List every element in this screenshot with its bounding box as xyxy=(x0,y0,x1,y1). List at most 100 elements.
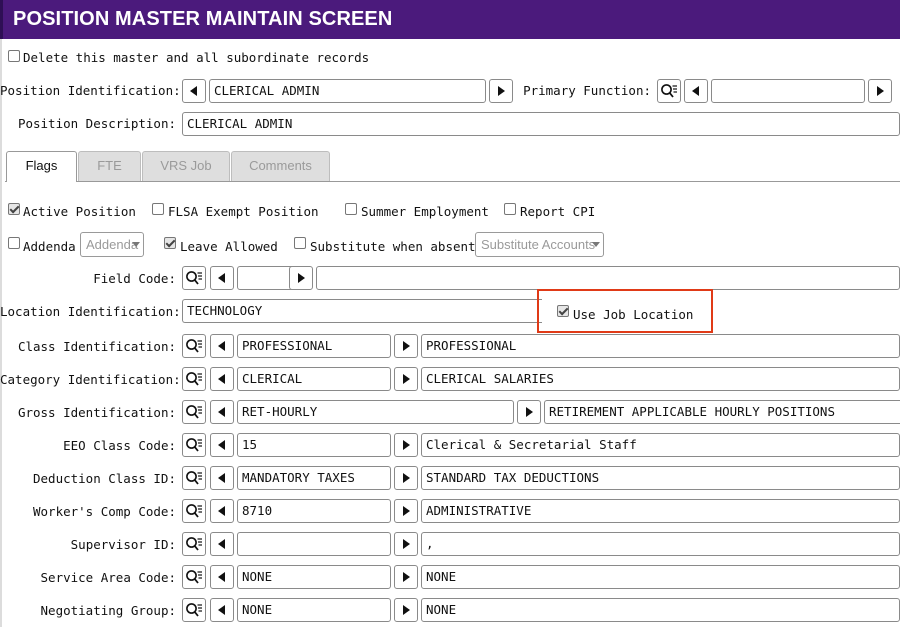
triangle-left-icon xyxy=(217,440,227,450)
triangle-left-icon xyxy=(691,86,701,96)
triangle-right-icon xyxy=(401,605,411,615)
class-id-prev-button[interactable] xyxy=(210,334,234,358)
tab-fte[interactable]: FTE xyxy=(78,151,141,181)
supervisor-id-prev-button[interactable] xyxy=(210,532,234,556)
location-id-input[interactable]: TECHNOLOGY xyxy=(182,299,542,323)
eeo-class-label: EEO Class Code: xyxy=(63,438,176,453)
eeo-class-prev-button[interactable] xyxy=(210,433,234,457)
position-id-prev-button[interactable] xyxy=(182,79,206,103)
title-bar: POSITION MASTER MAINTAIN SCREEN xyxy=(0,0,900,39)
category-id-lookup-button[interactable] xyxy=(182,367,206,391)
flsa-exempt-checkbox[interactable] xyxy=(152,203,164,215)
triangle-left-icon xyxy=(217,374,227,384)
eeo-class-input[interactable]: 15 xyxy=(237,433,391,457)
leave-allowed-label: Leave Allowed xyxy=(180,239,278,254)
triangle-right-icon xyxy=(875,86,885,96)
supervisor-id-input[interactable] xyxy=(237,532,391,556)
supervisor-id-label: Supervisor ID: xyxy=(70,537,176,552)
service-area-label: Service Area Code: xyxy=(40,570,176,585)
class-id-next-button[interactable] xyxy=(394,334,418,358)
triangle-right-icon xyxy=(401,572,411,582)
eeo-class-next-button[interactable] xyxy=(394,433,418,457)
field-code-next-button[interactable] xyxy=(289,266,313,290)
leave-allowed-checkbox[interactable] xyxy=(164,237,176,249)
category-id-prev-button[interactable] xyxy=(210,367,234,391)
substitute-absent-label: Substitute when absent xyxy=(310,239,476,254)
flsa-exempt-label: FLSA Exempt Position xyxy=(168,204,319,219)
negotiating-group-next-button[interactable] xyxy=(394,598,418,622)
workers-comp-prev-button[interactable] xyxy=(210,499,234,523)
tab-flags[interactable]: Flags xyxy=(6,151,77,182)
eeo-class-description: Clerical & Secretarial Staff xyxy=(421,433,900,457)
gross-id-lookup-button[interactable] xyxy=(182,400,206,424)
deduction-class-next-button[interactable] xyxy=(394,466,418,490)
triangle-right-icon xyxy=(296,273,306,283)
supervisor-id-description: , xyxy=(421,532,900,556)
primary-function-lookup-button[interactable] xyxy=(657,79,681,103)
triangle-left-icon xyxy=(217,605,227,615)
search-list-icon xyxy=(185,569,203,585)
deduction-class-input[interactable]: MANDATORY TAXES xyxy=(237,466,391,490)
substitute-accounts-select[interactable]: Substitute Accounts xyxy=(475,232,604,257)
deduction-class-prev-button[interactable] xyxy=(210,466,234,490)
class-id-input[interactable]: PROFESSIONAL xyxy=(237,334,391,358)
active-position-checkbox[interactable] xyxy=(8,203,20,215)
report-cpi-label: Report CPI xyxy=(520,204,596,219)
triangle-left-icon xyxy=(217,572,227,582)
triangle-right-icon xyxy=(401,341,411,351)
tab-vrs-job[interactable]: VRS Job xyxy=(142,151,230,181)
workers-comp-lookup-button[interactable] xyxy=(182,499,206,523)
summer-employment-label: Summer Employment xyxy=(361,204,489,219)
service-area-next-button[interactable] xyxy=(394,565,418,589)
deduction-class-lookup-button[interactable] xyxy=(182,466,206,490)
triangle-left-icon xyxy=(189,86,199,96)
report-cpi-checkbox[interactable] xyxy=(504,203,516,215)
supervisor-id-next-button[interactable] xyxy=(394,532,418,556)
field-code-description xyxy=(316,266,900,290)
gross-id-label: Gross Identification: xyxy=(17,405,176,420)
workers-comp-description: ADMINISTRATIVE xyxy=(421,499,900,523)
tab-comments[interactable]: Comments xyxy=(231,151,330,181)
page-title: POSITION MASTER MAINTAIN SCREEN xyxy=(13,8,393,30)
addenda-checkbox[interactable] xyxy=(8,237,20,249)
substitute-accounts-select-value: Substitute Accounts xyxy=(481,237,596,252)
service-area-prev-button[interactable] xyxy=(210,565,234,589)
negotiating-group-lookup-button[interactable] xyxy=(182,598,206,622)
delete-records-checkbox[interactable] xyxy=(8,50,20,62)
use-job-location-checkbox[interactable] xyxy=(557,305,569,317)
workers-comp-label: Worker's Comp Code: xyxy=(33,504,176,519)
workers-comp-input[interactable]: 8710 xyxy=(237,499,391,523)
field-code-label: Field Code: xyxy=(93,271,176,286)
search-list-icon xyxy=(660,83,678,99)
negotiating-group-prev-button[interactable] xyxy=(210,598,234,622)
field-code-lookup-button[interactable] xyxy=(182,266,206,290)
chevron-down-icon xyxy=(592,242,600,247)
primary-function-input[interactable] xyxy=(711,79,865,103)
substitute-absent-checkbox[interactable] xyxy=(294,237,306,249)
field-code-prev-button[interactable] xyxy=(210,266,234,290)
eeo-class-lookup-button[interactable] xyxy=(182,433,206,457)
use-job-location-label: Use Job Location xyxy=(573,307,694,322)
primary-function-prev-button[interactable] xyxy=(684,79,708,103)
category-id-next-button[interactable] xyxy=(394,367,418,391)
position-description-input[interactable]: CLERICAL ADMIN xyxy=(182,112,900,136)
position-id-next-button[interactable] xyxy=(489,79,513,103)
service-area-input[interactable]: NONE xyxy=(237,565,391,589)
primary-function-next-button[interactable] xyxy=(868,79,892,103)
gross-id-input[interactable]: RET-HOURLY xyxy=(237,400,514,424)
negotiating-group-input[interactable]: NONE xyxy=(237,598,391,622)
service-area-lookup-button[interactable] xyxy=(182,565,206,589)
category-id-input[interactable]: CLERICAL xyxy=(237,367,391,391)
workers-comp-next-button[interactable] xyxy=(394,499,418,523)
class-id-lookup-button[interactable] xyxy=(182,334,206,358)
supervisor-id-lookup-button[interactable] xyxy=(182,532,206,556)
search-list-icon xyxy=(185,437,203,453)
summer-employment-checkbox[interactable] xyxy=(345,203,357,215)
position-id-input[interactable]: CLERICAL ADMIN xyxy=(209,79,486,103)
active-position-label: Active Position xyxy=(23,204,136,219)
search-list-icon xyxy=(185,536,203,552)
class-id-label: Class Identification: xyxy=(17,339,176,354)
gross-id-next-button[interactable] xyxy=(517,400,541,424)
gross-id-prev-button[interactable] xyxy=(210,400,234,424)
addenda-select[interactable]: Addenda xyxy=(80,232,144,257)
